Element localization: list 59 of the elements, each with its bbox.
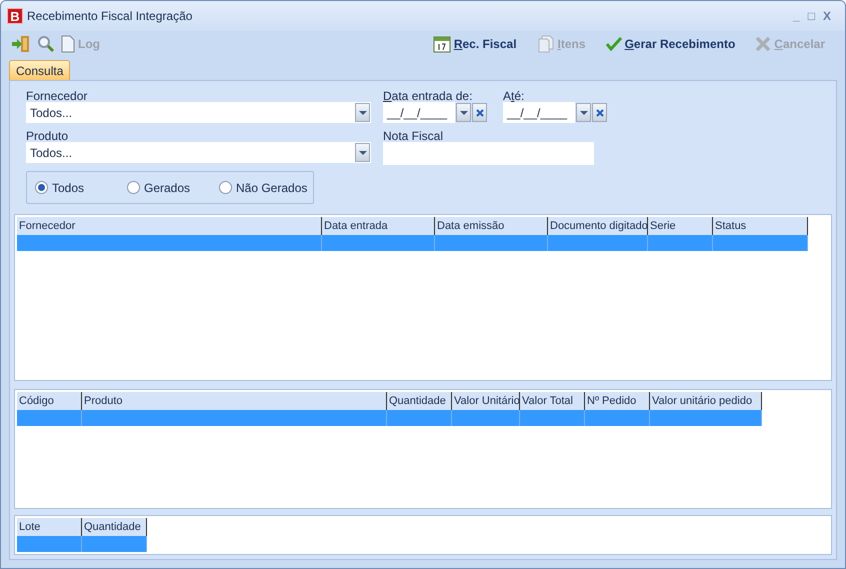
table-cell xyxy=(585,410,650,426)
table-cell xyxy=(452,410,520,426)
column-header[interactable]: Status xyxy=(713,217,808,235)
close-icon xyxy=(596,108,604,116)
caret-icon xyxy=(358,150,366,154)
table-cell xyxy=(520,410,585,426)
produto-dropdown[interactable]: Todos... xyxy=(26,142,371,163)
column-header[interactable]: Lote xyxy=(17,518,82,536)
close-icon xyxy=(476,108,484,116)
calendar-icon xyxy=(432,35,451,53)
radio-button[interactable]: Gerados xyxy=(127,178,219,196)
pages-icon xyxy=(536,35,555,53)
document-icon xyxy=(61,35,75,53)
table-cell xyxy=(648,235,713,251)
field-label: Data entrada de: xyxy=(383,88,474,102)
column-header[interactable]: Quantidade xyxy=(387,392,452,410)
dropdown-button[interactable] xyxy=(355,143,370,162)
column-header[interactable]: Data entrada xyxy=(322,217,435,235)
column-header[interactable]: Valor Total xyxy=(520,392,585,410)
close-icon xyxy=(755,36,772,52)
door-exit-icon xyxy=(11,35,31,53)
radio-button[interactable]: Não Gerados xyxy=(219,178,311,196)
fornecedor-dropdown[interactable]: Todos... xyxy=(26,102,371,123)
column-header[interactable]: Valor Unitário xyxy=(452,392,520,410)
column-header[interactable]: Valor unitário pedido xyxy=(650,392,762,410)
table-cell xyxy=(82,536,147,552)
date-field[interactable]: __/__/____ xyxy=(503,102,575,123)
dropdown-button[interactable] xyxy=(576,103,591,122)
column-header[interactable]: Produto xyxy=(82,392,387,410)
table-cell xyxy=(387,410,452,426)
column-header[interactable]: Código xyxy=(17,392,82,410)
column-header[interactable]: Serie xyxy=(648,217,713,235)
caret-icon xyxy=(358,110,366,114)
field-label: Fornecedor xyxy=(26,88,88,102)
column-header[interactable]: Documento digitado xyxy=(548,217,648,235)
field-label: Até: xyxy=(503,88,526,102)
field-label: Nota Fiscal xyxy=(383,128,444,142)
field-label: Produto xyxy=(26,128,70,142)
clear-button[interactable] xyxy=(472,103,487,122)
dropdown-button[interactable] xyxy=(456,103,471,122)
toolbar-button[interactable]: Rec. Fiscal xyxy=(432,35,517,53)
column-header[interactable]: Fornecedor xyxy=(17,217,322,235)
dropdown-button[interactable] xyxy=(355,103,370,122)
app-logo-icon: B xyxy=(7,8,23,24)
toolbar-button[interactable]: Gerar Recebimento xyxy=(606,35,736,53)
date-field[interactable]: __/__/____ xyxy=(383,102,455,123)
caret-icon xyxy=(460,110,468,114)
nota-fiscal-field[interactable] xyxy=(383,142,594,165)
clear-button[interactable] xyxy=(592,103,607,122)
tab[interactable]: Consulta xyxy=(9,60,70,80)
column-header[interactable]: Nº Pedido xyxy=(585,392,650,410)
checkmark-icon xyxy=(606,37,622,51)
radio-button[interactable]: Todos xyxy=(35,178,127,196)
column-header[interactable]: Data emissão xyxy=(435,217,548,235)
toolbar-icon-button[interactable] xyxy=(37,35,55,53)
column-header[interactable]: Quantidade xyxy=(82,518,147,536)
caret-icon xyxy=(580,110,588,114)
search-icon xyxy=(37,35,55,53)
window-title: Recebimento Fiscal Integração xyxy=(27,8,192,25)
